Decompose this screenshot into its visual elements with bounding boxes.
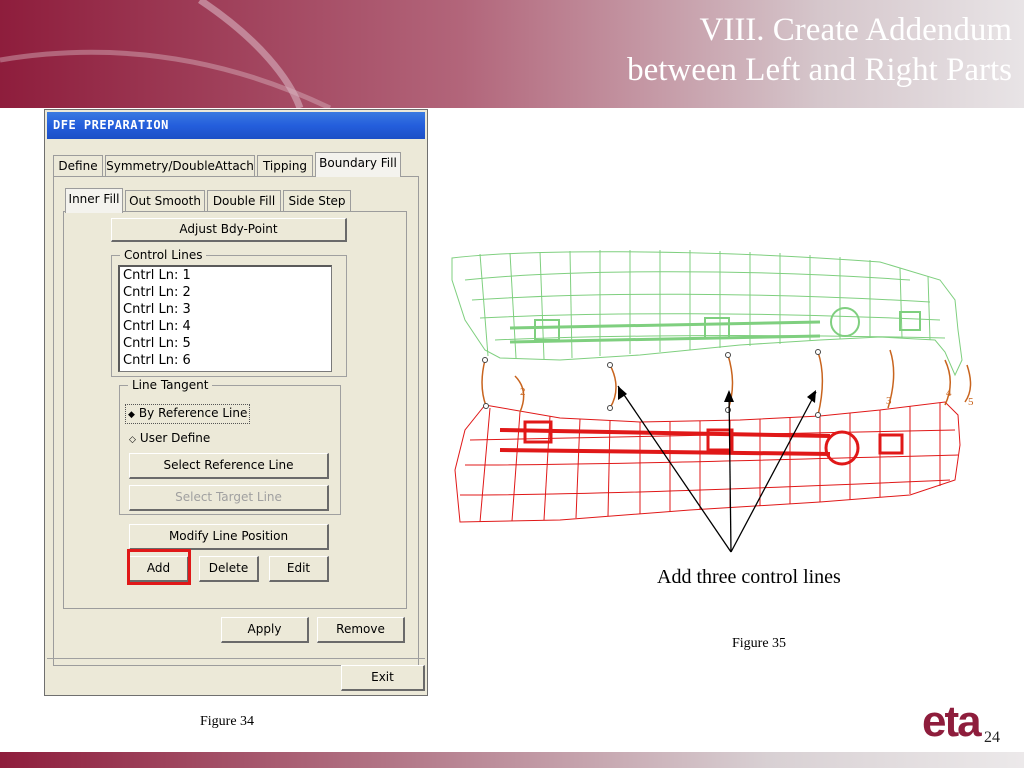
remove-button[interactable]: Remove [317,617,405,643]
subtab-double-fill[interactable]: Double Fill [207,190,281,212]
page-number: 24 [984,729,1000,746]
list-item[interactable]: Cntrl Ln: 3 [120,301,331,318]
list-item[interactable]: Cntrl Ln: 1 [120,267,331,284]
bottom-band [0,752,1024,768]
by-reference-line-radio[interactable]: ◆ By Reference Line [125,404,251,424]
user-define-label: User Define [139,431,211,445]
adjust-bdy-point-button[interactable]: Adjust Bdy-Point [111,218,347,242]
radio-unselected-icon: ◇ [129,435,136,445]
control-line-label: 2 [520,386,526,398]
slide-title-line1: VIII. Create Addendum [699,12,1013,48]
dialog-titlebar[interactable]: DFE PREPARATION [47,112,425,139]
figure-35-annotation: Add three control lines [657,566,841,588]
eta-logo: eta [922,697,982,746]
tab-define[interactable]: Define [53,155,103,177]
edit-button[interactable]: Edit [269,556,329,582]
dialog-divider [47,658,425,659]
list-item[interactable]: Cntrl Ln: 4 [120,318,331,335]
list-item[interactable]: Cntrl Ln: 5 [120,335,331,352]
control-lines-label: Control Lines [120,247,207,263]
tab-boundary-fill[interactable]: Boundary Fill [315,152,401,177]
delete-button[interactable]: Delete [199,556,259,582]
radio-selected-icon: ◆ [128,410,135,420]
dfe-preparation-dialog: DFE PREPARATION Define Symmetry/DoubleAt… [44,109,428,696]
control-line-label: 3 [886,395,892,407]
tab-symmetry-doubleattach[interactable]: Symmetry/DoubleAttach [105,155,255,177]
control-lines-listbox[interactable]: Cntrl Ln: 1 Cntrl Ln: 2 Cntrl Ln: 3 Cntr… [118,265,332,372]
slide-title: VIII. Create Addendum between Left and R… [627,10,1012,90]
add-button-highlight [127,549,191,585]
by-reference-line-label: By Reference Line [138,406,248,420]
upper-part-mesh [451,250,963,377]
subtab-side-step[interactable]: Side Step [283,190,351,212]
modify-line-position-button[interactable]: Modify Line Position [129,524,329,550]
select-reference-line-button[interactable]: Select Reference Line [129,453,329,479]
list-item[interactable]: Cntrl Ln: 2 [120,284,331,301]
arrowheads [618,386,816,403]
control-line-endpoints [482,349,821,418]
control-line-label: 4 [946,387,952,399]
figure-35-caption: Figure 35 [732,636,787,651]
figure-35-mesh: 2 3 4 5 [451,250,974,553]
exit-button[interactable]: Exit [341,665,425,691]
user-define-radio[interactable]: ◇ User Define [129,430,210,448]
select-target-line-button[interactable]: Select Target Line [129,485,329,511]
subtab-inner-fill[interactable]: Inner Fill [65,188,123,213]
control-line-label: 5 [968,396,974,408]
lower-part-mesh [454,401,961,523]
apply-button[interactable]: Apply [221,617,309,643]
list-item[interactable]: Cntrl Ln: 6 [120,352,331,369]
slide-title-line2: between Left and Right Parts [627,52,1012,88]
line-tangent-label: Line Tangent [128,377,213,393]
annotation-arrows [617,385,817,553]
subtab-out-smooth[interactable]: Out Smooth [125,190,205,212]
figure-34-caption: Figure 34 [200,714,255,729]
tab-tipping[interactable]: Tipping [257,155,313,177]
slide-header: VIII. Create Addendum between Left and R… [0,0,1024,108]
dialog-title: DFE PREPARATION [53,118,169,132]
